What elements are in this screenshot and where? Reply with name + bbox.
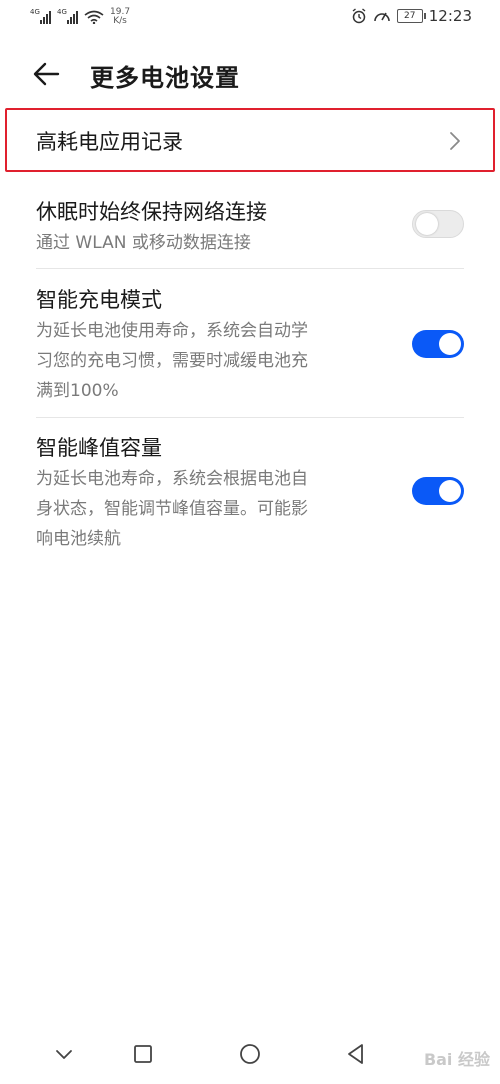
description-line: 满到100% [36,381,119,401]
toggle-knob [439,480,461,502]
navigation-bar: Bai 经验 [0,1024,500,1084]
status-right: 27 12:23 [351,7,472,25]
speedometer-icon [373,12,390,22]
item-title: 休眠时始终保持网络连接 [36,200,267,224]
keep-network-during-sleep-item[interactable]: 休眠时始终保持网络连接 通过 WLAN 或移动数据连接 [0,180,500,268]
watermark: Bai 经验 [423,1050,490,1069]
item-title: 智能峰值容量 [36,436,162,460]
recents-square-icon[interactable] [125,1036,161,1072]
wifi-icon [84,10,104,24]
smart-charging-toggle[interactable] [412,330,464,358]
smart-peak-capacity-toggle[interactable] [412,477,464,505]
description-line: 为延长电池使用寿命，系统会自动学 [36,321,308,341]
description-line: 习您的充电习惯，需要时减缓电池充 [36,351,308,371]
description-line: 响电池续航 [36,529,121,549]
smart-charging-mode-item[interactable]: 智能充电模式 为延长电池使用寿命，系统会自动学 习您的充电习惯，需要时减缓电池充… [0,270,500,418]
toggle-knob [439,333,461,355]
item-title: 智能充电模式 [36,288,162,312]
toggle-knob [416,213,438,235]
status-left: 4G 4G 19.7 K/s [30,8,130,26]
header: 更多电池设置 [0,52,500,98]
signal-type-label: 4G [30,8,40,16]
back-triangle-icon[interactable] [338,1036,374,1072]
description-line: 为延长电池寿命，系统会根据电池自 [36,469,308,489]
keep-network-toggle[interactable] [412,210,464,238]
home-circle-icon[interactable] [232,1036,268,1072]
smart-peak-capacity-item[interactable]: 智能峰值容量 为延长电池寿命，系统会根据电池自 身状态，智能调节峰值容量。可能影… [0,420,500,568]
signal-icon: 4G [30,8,51,24]
signal-type-label: 4G [57,8,67,16]
item-description: 为延长电池寿命，系统会根据电池自 身状态，智能调节峰值容量。可能影 响电池续航 [36,464,396,554]
description-line: 身状态，智能调节峰值容量。可能影 [36,499,308,519]
net-speed-unit: K/s [113,16,127,26]
hide-nav-chevron-down-icon[interactable] [46,1036,82,1072]
signal-icon: 4G [57,8,78,24]
highlight-box [5,108,495,172]
divider [36,417,464,418]
status-bar: 4G 4G 19.7 K/s 27 12:23 [0,0,500,36]
item-description: 通过 WLAN 或移动数据连接 [36,233,251,253]
alarm-icon [352,8,366,24]
back-arrow-icon[interactable] [32,59,62,89]
battery-icon: 27 [396,9,426,23]
clock-time: 12:23 [428,7,472,25]
divider [36,268,464,269]
screen: 4G 4G 19.7 K/s 27 12:23 更多电池设置 高耗电应用记录 休… [0,0,500,1084]
net-speed: 19.7 K/s [110,8,130,26]
page-title: 更多电池设置 [90,64,240,92]
battery-level: 27 [404,11,416,21]
item-description: 为延长电池使用寿命，系统会自动学 习您的充电习惯，需要时减缓电池充 满到100% [36,316,396,406]
